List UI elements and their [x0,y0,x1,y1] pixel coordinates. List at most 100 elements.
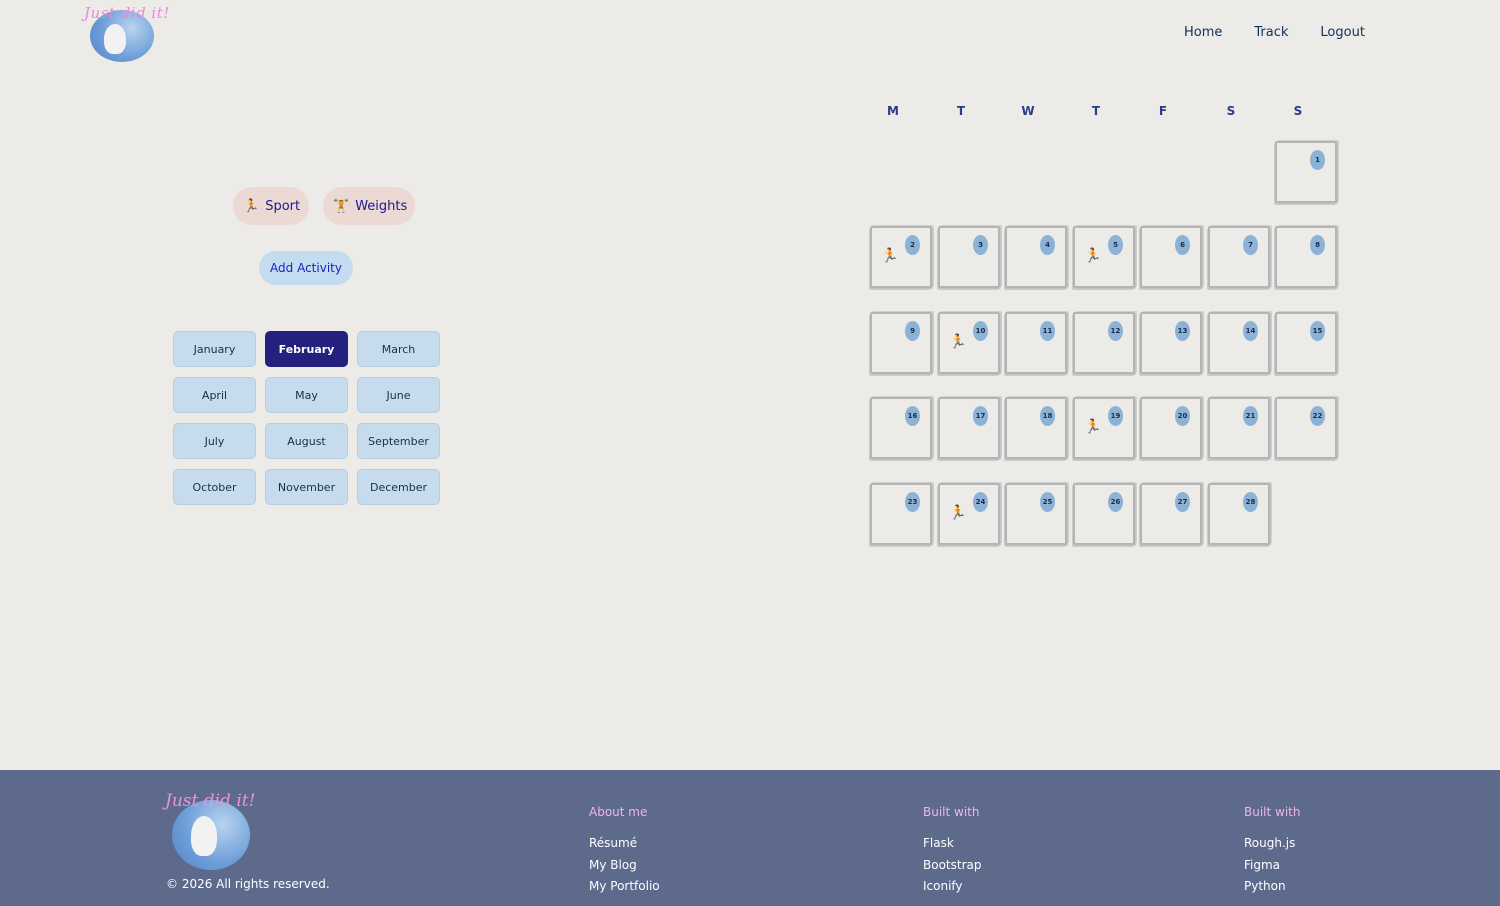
site-footer: Just did it! © 2026 All rights reserved.… [0,770,1500,906]
calendar-day-15[interactable]: 15 [1275,312,1337,374]
footer-column-built-with: Built with Flask Bootstrap Iconify [923,805,981,898]
nav-track-link[interactable]: Track [1254,25,1288,40]
day-number-badge: 6 [1175,235,1190,255]
calendar-day-9[interactable]: 9 [870,312,932,374]
month-button-july[interactable]: July [173,423,256,459]
calendar-day-11[interactable]: 11 [1005,312,1067,374]
day-number-badge: 22 [1310,406,1325,426]
weekday-label: T [956,104,966,118]
calendar-day-5[interactable]: 5 🏃 [1073,226,1135,288]
calendar-day-28[interactable]: 28 [1208,483,1270,545]
logo-text: Just did it! [84,4,170,22]
nav-logout-link[interactable]: Logout [1320,25,1365,40]
month-button-march[interactable]: March [357,331,440,367]
day-number-badge: 28 [1243,492,1258,512]
month-button-august[interactable]: August [265,423,348,459]
footer-link-python[interactable]: Python [1244,876,1300,898]
month-button-september[interactable]: September [357,423,440,459]
footer-link-bootstrap[interactable]: Bootstrap [923,855,981,877]
calendar-day-26[interactable]: 26 [1073,483,1135,545]
runner-icon: 🏃 [949,334,967,350]
footer-link-iconify[interactable]: Iconify [923,876,981,898]
nav-home-link[interactable]: Home [1184,25,1222,40]
calendar-day-13[interactable]: 13 [1140,312,1202,374]
weekday-label: T [1091,104,1101,118]
footer-link-figma[interactable]: Figma [1244,855,1300,877]
calendar-day-19[interactable]: 19 🏃 [1073,397,1135,459]
footer-link-resume[interactable]: Résumé [589,833,660,855]
day-number-badge: 3 [973,235,988,255]
calendar-day-23[interactable]: 23 [870,483,932,545]
month-selector: January February March April May June Ju… [173,331,441,505]
activity-pill-sport[interactable]: 🏃 Sport [233,187,309,225]
day-number-badge: 24 [973,492,988,512]
calendar-day-4[interactable]: 4 [1005,226,1067,288]
activity-label: Weights [355,198,408,214]
footer-column-built-with-2: Built with Rough.js Figma Python [1244,805,1300,898]
calendar-day-20[interactable]: 20 [1140,397,1202,459]
day-number-badge: 25 [1040,492,1055,512]
day-number-badge: 9 [905,321,920,341]
footer-link-portfolio[interactable]: My Portfolio [589,876,660,898]
month-button-february[interactable]: February [265,331,348,367]
month-button-may[interactable]: May [265,377,348,413]
calendar-day-6[interactable]: 6 [1140,226,1202,288]
calendar-day-24[interactable]: 24 🏃 [938,483,1000,545]
top-nav: Home Track Logout [1170,25,1383,40]
calendar-day-22[interactable]: 22 [1275,397,1337,459]
footer-column-about: About me Résumé My Blog My Portfolio [589,805,660,898]
month-button-december[interactable]: December [357,469,440,505]
day-number-badge: 17 [973,406,988,426]
runner-icon: 🏃 [1084,248,1102,264]
day-number-badge: 7 [1243,235,1258,255]
logo-text: Just did it! [165,791,256,811]
activity-pill-weights[interactable]: 🏋 Weights [323,187,415,225]
month-button-april[interactable]: April [173,377,256,413]
day-number-badge: 21 [1243,406,1258,426]
activity-label: Sport [265,198,301,214]
month-button-november[interactable]: November [265,469,348,505]
calendar-day-17[interactable]: 17 [938,397,1000,459]
day-number-badge: 26 [1108,492,1123,512]
calendar-day-25[interactable]: 25 [1005,483,1067,545]
calendar-day-21[interactable]: 21 [1208,397,1270,459]
calendar-day-12[interactable]: 12 [1073,312,1135,374]
day-number-badge: 23 [905,492,920,512]
weightlifter-icon: 🏋 [333,198,350,214]
calendar-day-7[interactable]: 7 [1208,226,1270,288]
weekday-label: S [1226,104,1236,118]
calendar-day-10[interactable]: 10 🏃 [938,312,1000,374]
calendar-day-2[interactable]: 2 🏃 [870,226,932,288]
calendar-day-14[interactable]: 14 [1208,312,1270,374]
footer-column-title: About me [589,805,648,819]
runner-icon: 🏃 [1084,419,1102,435]
footer-link-roughjs[interactable]: Rough.js [1244,833,1300,855]
month-button-october[interactable]: October [173,469,256,505]
cat-illustration [191,816,217,856]
month-button-january[interactable]: January [173,331,256,367]
footer-link-flask[interactable]: Flask [923,833,981,855]
calendar-day-8[interactable]: 8 [1275,226,1337,288]
calendar-day-18[interactable]: 18 [1005,397,1067,459]
day-number-badge: 8 [1310,235,1325,255]
day-number-badge: 4 [1040,235,1055,255]
month-button-june[interactable]: June [357,377,440,413]
day-number-badge: 18 [1040,406,1055,426]
footer-link-blog[interactable]: My Blog [589,855,660,877]
calendar-day-27[interactable]: 27 [1140,483,1202,545]
day-number-badge: 14 [1243,321,1258,341]
footer-column-title: Built with [923,805,980,819]
day-number-badge: 5 [1108,235,1123,255]
day-number-badge: 12 [1108,321,1123,341]
footer-logo: Just did it! [165,790,265,870]
weekday-label: F [1158,104,1168,118]
runner-icon: 🏃 [949,505,967,521]
calendar-day-16[interactable]: 16 [870,397,932,459]
calendar-day-3[interactable]: 3 [938,226,1000,288]
day-number-badge: 16 [905,406,920,426]
site-logo[interactable]: Just did it! [84,2,169,64]
calendar-day-1[interactable]: 1 [1275,141,1337,203]
add-activity-button[interactable]: Add Activity [259,251,353,285]
weekday-label: M [887,104,899,118]
day-number-badge: 1 [1310,150,1325,170]
